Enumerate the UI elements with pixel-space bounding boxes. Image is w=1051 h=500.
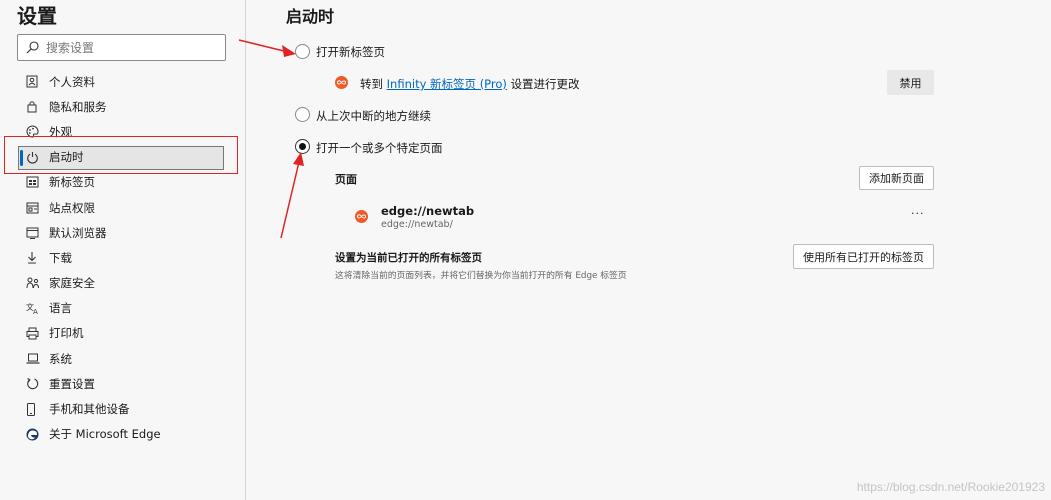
- search-box[interactable]: [17, 34, 226, 61]
- radio-open-specific-pages[interactable]: [295, 139, 310, 154]
- sidebar-item-label: 家庭安全: [49, 276, 95, 291]
- sidebar-item-label: 语言: [49, 301, 72, 316]
- sidebar-item-label: 重置设置: [49, 376, 95, 391]
- sidebar: 设置 个人资料 隐私和服务 外观 启动时 新标签页: [0, 0, 246, 500]
- use-all-tabs-description: 这将清除当前的页面列表，并将它们替换为你当前打开的所有 Edge 标签页: [335, 271, 627, 281]
- search-icon: [18, 41, 46, 54]
- use-all-open-tabs-button[interactable]: 使用所有已打开的标签页: [793, 244, 934, 269]
- pages-label: 页面: [335, 173, 357, 186]
- sidebar-nav: 个人资料 隐私和服务 外观 启动时 新标签页 站点权限 默认浏览器 下载 家庭安…: [18, 69, 230, 447]
- sidebar-item-languages[interactable]: 文A 语言: [20, 296, 230, 321]
- add-new-page-button[interactable]: 添加新页面: [859, 166, 934, 190]
- page-entry-url: edge://newtab/: [381, 219, 453, 230]
- infinity-settings-link[interactable]: Infinity 新标签页 (Pro): [387, 77, 507, 91]
- site-permissions-icon: [26, 200, 46, 216]
- edge-logo-icon: [26, 426, 46, 442]
- sidebar-item-label: 新标签页: [49, 175, 95, 190]
- sidebar-item-site-permissions[interactable]: 站点权限: [20, 195, 230, 220]
- sidebar-item-system[interactable]: 系统: [20, 346, 230, 371]
- infinity-icon: [335, 76, 348, 89]
- sidebar-item-phone-devices[interactable]: 手机和其他设备: [20, 396, 230, 421]
- download-icon: [26, 250, 46, 266]
- radio-continue-where-left[interactable]: [295, 107, 310, 122]
- radio-open-specific-label: 打开一个或多个特定页面: [316, 141, 443, 155]
- sidebar-item-family-safety[interactable]: 家庭安全: [20, 271, 230, 296]
- page-title: 启动时: [286, 7, 335, 26]
- page-favicon-icon: [355, 210, 368, 223]
- profile-icon: [26, 74, 46, 90]
- printer-icon: [26, 325, 46, 341]
- svg-text:A: A: [33, 308, 38, 315]
- sidebar-item-label: 系统: [49, 351, 72, 366]
- search-input[interactable]: [46, 40, 216, 55]
- more-options-button[interactable]: ···: [911, 207, 925, 220]
- disable-button[interactable]: 禁用: [887, 70, 934, 95]
- sidebar-item-label: 关于 Microsoft Edge: [49, 427, 161, 442]
- page-entry-title: edge://newtab: [381, 204, 475, 218]
- radio-open-new-tab[interactable]: [295, 44, 310, 59]
- sidebar-item-default-browser[interactable]: 默认浏览器: [20, 220, 230, 245]
- browser-icon: [26, 225, 46, 241]
- reset-icon: [26, 376, 46, 392]
- extension-note-suffix: 设置进行更改: [510, 77, 580, 91]
- sidebar-title: 设置: [17, 6, 57, 28]
- sidebar-item-label: 站点权限: [49, 200, 95, 215]
- sidebar-item-privacy[interactable]: 隐私和服务: [20, 94, 230, 119]
- extension-note: 转到 Infinity 新标签页 (Pro) 设置进行更改: [360, 76, 580, 92]
- new-tab-icon: [26, 174, 46, 190]
- sidebar-item-label: 手机和其他设备: [49, 402, 130, 417]
- sidebar-item-about-edge[interactable]: 关于 Microsoft Edge: [20, 422, 230, 447]
- sidebar-item-label: 个人资料: [49, 74, 95, 89]
- sidebar-item-printers[interactable]: 打印机: [20, 321, 230, 346]
- sidebar-item-label: 下载: [49, 250, 72, 265]
- use-all-tabs-title: 设置为当前已打开的所有标签页: [335, 252, 482, 264]
- family-icon: [26, 275, 46, 291]
- sidebar-item-label: 隐私和服务: [49, 99, 107, 114]
- lock-icon: [26, 99, 46, 115]
- laptop-icon: [26, 351, 46, 367]
- phone-icon: [26, 401, 46, 417]
- watermark: https://blog.csdn.net/Rookie201923: [856, 480, 1045, 494]
- main-content: 启动时 打开新标签页 转到 Infinity 新标签页 (Pro) 设置进行更改…: [247, 0, 1051, 500]
- sidebar-item-label: 打印机: [49, 326, 84, 341]
- sidebar-item-downloads[interactable]: 下载: [20, 245, 230, 270]
- sidebar-item-label: 默认浏览器: [49, 225, 107, 240]
- sidebar-item-reset[interactable]: 重置设置: [20, 371, 230, 396]
- annotation-highlight-box: [4, 136, 238, 174]
- radio-open-new-tab-label: 打开新标签页: [316, 45, 385, 59]
- language-icon: 文A: [26, 300, 46, 316]
- radio-continue-label: 从上次中断的地方继续: [316, 109, 431, 123]
- extension-note-prefix: 转到: [360, 77, 383, 91]
- sidebar-item-profile[interactable]: 个人资料: [20, 69, 230, 94]
